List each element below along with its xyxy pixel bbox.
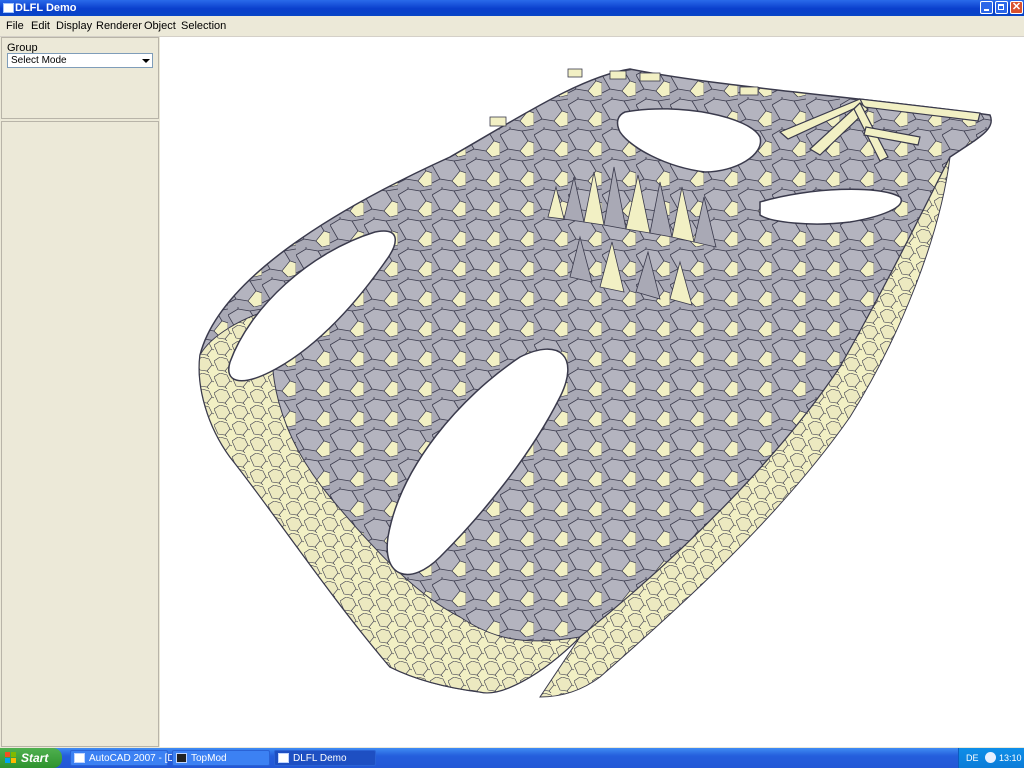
system-tray: DE 13:10 <box>958 748 1024 768</box>
3d-viewport[interactable] <box>160 37 1024 747</box>
clock[interactable]: 13:10 <box>999 752 1022 764</box>
menu-selection[interactable]: Selection <box>181 19 226 33</box>
task-topmod[interactable]: TopMod <box>172 750 270 766</box>
maximize-icon <box>998 4 1004 10</box>
task-dlfl-demo-label: DLFL Demo <box>293 753 347 764</box>
window-title: DLFL Demo <box>15 2 77 14</box>
tool-options-panel <box>1 121 159 747</box>
task-dlfl-demo[interactable]: DLFL Demo <box>274 750 376 766</box>
minimize-icon <box>984 9 989 11</box>
window-icon <box>278 753 289 763</box>
taskbar: Start AutoCAD 2007 - [D:\... TopMod DLFL… <box>0 748 1024 768</box>
maximize-button[interactable] <box>995 1 1008 14</box>
task-topmod-label: TopMod <box>191 753 227 764</box>
menu-edit[interactable]: Edit <box>31 19 50 33</box>
select-mode-dropdown[interactable]: Select Mode <box>7 53 153 68</box>
close-icon: ✕ <box>1011 1 1022 13</box>
mesh-render <box>198 68 992 698</box>
menu-renderer[interactable]: Renderer <box>96 19 142 33</box>
language-indicator[interactable]: DE <box>966 752 979 764</box>
task-autocad[interactable]: AutoCAD 2007 - [D:\... <box>70 750 189 766</box>
select-mode-value: Select Mode <box>11 55 67 66</box>
app-icon <box>3 3 14 13</box>
menu-file[interactable]: File <box>6 19 24 33</box>
menu-object[interactable]: Object <box>144 19 176 33</box>
menu-bar: File Edit Display Renderer Object Select… <box>0 16 1024 37</box>
autocad-icon <box>74 753 85 763</box>
minimize-button[interactable] <box>980 1 993 14</box>
title-bar[interactable]: DLFL Demo ✕ <box>0 0 1024 16</box>
start-button[interactable]: Start <box>0 748 62 768</box>
windows-logo-icon <box>5 752 17 764</box>
group-panel: Group Select Mode <box>1 37 159 119</box>
console-icon <box>176 753 187 763</box>
close-button[interactable]: ✕ <box>1010 1 1023 14</box>
menu-display[interactable]: Display <box>56 19 92 33</box>
chevron-down-icon[interactable] <box>140 55 151 66</box>
network-icon[interactable] <box>985 752 996 763</box>
mesh-body <box>198 68 992 694</box>
start-label: Start <box>21 751 49 765</box>
